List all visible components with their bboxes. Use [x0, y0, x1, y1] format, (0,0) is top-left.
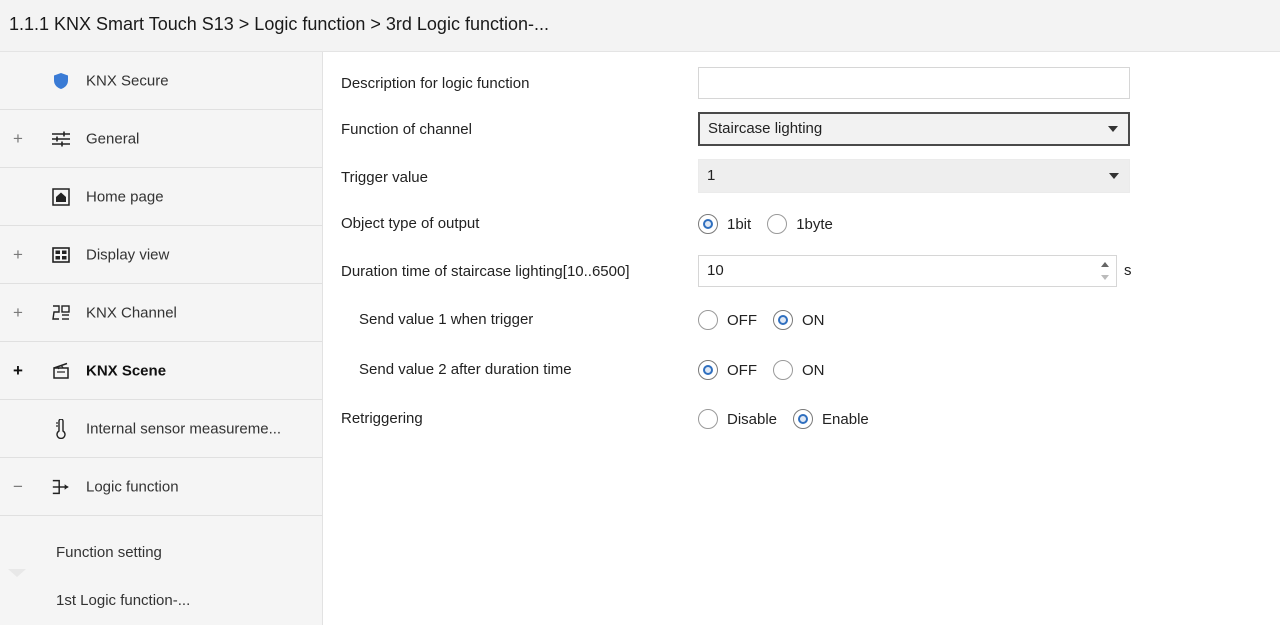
sidebar-subitem-1st-logic-function[interactable]: 1st Logic function-... [56, 592, 190, 609]
sidebar-item-internal-sensor[interactable]: Internal sensor measureme... [0, 400, 322, 458]
description-input[interactable] [698, 67, 1130, 99]
chevron-down-icon [1109, 173, 1119, 179]
sidebar-item-label: Display view [86, 246, 170, 263]
radio-checked-icon[interactable] [793, 409, 814, 429]
radio-label: 1bit [727, 215, 752, 233]
radio-send2-on[interactable]: ON [773, 360, 825, 380]
sidebar-item-logic-function[interactable]: − Logic function [0, 458, 322, 516]
radio-checked-icon[interactable] [773, 310, 793, 330]
retrigger-radio-group: Disable Enable [698, 407, 885, 431]
function-select-value: Staircase lighting [708, 120, 823, 137]
duration-label: Duration time of staircase lighting[10..… [341, 263, 630, 280]
radio-send1-off[interactable]: OFF [698, 310, 757, 330]
sidebar-item-display-view[interactable]: + Display view [0, 226, 322, 284]
radio-unchecked-icon[interactable] [698, 409, 718, 429]
trigger-select-value: 1 [707, 167, 716, 184]
sidebar-item-general[interactable]: + General [0, 110, 322, 168]
retrigger-label: Retriggering [341, 410, 423, 427]
radio-1byte[interactable]: 1byte [767, 214, 833, 234]
home-icon [51, 187, 71, 207]
duration-unit: s [1124, 262, 1132, 279]
radio-send1-on[interactable]: ON [773, 310, 825, 330]
duration-value: 10 [707, 262, 724, 279]
shield-icon [51, 71, 71, 91]
title-bar: 1.1.1 KNX Smart Touch S13 > Logic functi… [0, 0, 1280, 52]
thermometer-icon [51, 418, 71, 439]
logic-icon [51, 477, 71, 497]
trigger-label: Trigger value [341, 169, 428, 186]
radio-checked-icon[interactable] [698, 360, 718, 380]
trigger-select[interactable]: 1 [698, 159, 1130, 193]
radio-enable[interactable]: Enable [793, 409, 869, 429]
sidebar-item-label: KNX Scene [86, 362, 167, 379]
expand-icon[interactable]: + [11, 245, 25, 265]
scene-icon [51, 361, 71, 381]
radio-label: ON [802, 311, 825, 329]
description-label: Description for logic function [341, 75, 530, 92]
sidebar-item-knx-channel[interactable]: + KNX Channel [0, 284, 322, 342]
radio-label: OFF [727, 361, 757, 379]
sliders-icon [51, 129, 71, 149]
sidebar-item-knx-scene[interactable]: + KNX Scene [0, 342, 322, 400]
stepper-down-icon[interactable] [1101, 275, 1109, 280]
sidebar: KNX Secure + General Home page + Display… [0, 52, 323, 625]
radio-disable[interactable]: Disable [698, 409, 777, 429]
chevron-down-icon [1108, 126, 1118, 132]
radio-label: Enable [822, 410, 869, 428]
send2-radio-group: OFF ON [698, 358, 841, 382]
radio-unchecked-icon[interactable] [773, 360, 793, 380]
expand-icon[interactable]: + [11, 129, 25, 149]
radio-unchecked-icon[interactable] [767, 214, 788, 234]
channel-icon [51, 303, 71, 323]
sidebar-item-label: General [86, 130, 140, 147]
sidebar-item-label: KNX Secure [86, 72, 169, 89]
radio-label: Disable [727, 410, 778, 428]
collapse-icon[interactable]: − [11, 477, 25, 497]
sidebar-item-label: Home page [86, 188, 164, 205]
sidebar-subitem-function-setting[interactable]: Function setting [56, 544, 162, 561]
send2-label: Send value 2 after duration time [359, 361, 572, 378]
radio-unchecked-icon[interactable] [698, 310, 718, 330]
function-label: Function of channel [341, 121, 472, 138]
duration-stepper[interactable]: 10 [698, 255, 1117, 287]
breadcrumb: 1.1.1 KNX Smart Touch S13 > Logic functi… [9, 14, 549, 34]
radio-send2-off[interactable]: OFF [698, 360, 757, 380]
sidebar-item-home-page[interactable]: Home page [0, 168, 322, 226]
radio-1bit[interactable]: 1bit [698, 214, 751, 234]
send1-radio-group: OFF ON [698, 308, 841, 332]
send1-label: Send value 1 when trigger [359, 311, 534, 328]
radio-label: OFF [727, 311, 757, 329]
sidebar-item-label: KNX Channel [86, 304, 177, 321]
object-type-radio-group: 1bit 1byte [698, 212, 849, 236]
object-type-label: Object type of output [341, 215, 480, 232]
expand-icon[interactable]: + [11, 361, 25, 381]
expand-icon[interactable]: + [11, 303, 25, 323]
selection-notch [8, 569, 26, 577]
grid-icon [51, 245, 71, 265]
radio-label: 1byte [796, 215, 833, 233]
radio-checked-icon[interactable] [698, 214, 718, 234]
sidebar-item-label: Logic function [86, 478, 179, 495]
radio-label: ON [802, 361, 825, 379]
stepper-buttons[interactable] [1100, 260, 1110, 282]
function-select[interactable]: Staircase lighting [698, 112, 1130, 146]
sidebar-item-knx-secure[interactable]: KNX Secure [0, 52, 322, 110]
sidebar-item-label: Internal sensor measureme... [86, 420, 282, 437]
stepper-up-icon[interactable] [1101, 262, 1109, 267]
